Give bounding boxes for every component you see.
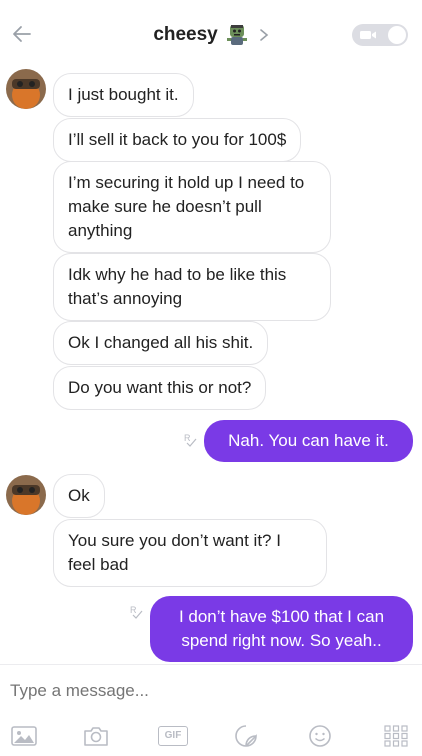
svg-text:R: R xyxy=(184,433,191,443)
video-call-toggle[interactable] xyxy=(352,24,408,46)
composer: GIF xyxy=(0,664,422,756)
svg-text:R: R xyxy=(130,605,137,615)
message-bubble-incoming[interactable]: Ok I changed all his shit. xyxy=(53,321,269,365)
gallery-icon[interactable] xyxy=(10,723,38,749)
message-input[interactable] xyxy=(10,681,410,701)
toggle-knob xyxy=(388,26,406,44)
camera-icon[interactable] xyxy=(82,723,110,749)
gif-label: GIF xyxy=(158,726,188,746)
avatar[interactable] xyxy=(6,69,46,109)
zombie-emoji-icon xyxy=(227,25,248,45)
chevron-right-icon xyxy=(259,29,268,41)
message-bubble-incoming[interactable]: You sure you don’t want it? I feel bad xyxy=(53,519,327,587)
read-receipt-icon: R xyxy=(130,605,143,619)
message-thread[interactable]: I just bought it. I’ll sell it back to y… xyxy=(0,64,422,664)
avatar[interactable] xyxy=(6,475,46,515)
more-apps-grid-icon[interactable] xyxy=(382,723,410,749)
message-bubble-outgoing[interactable]: Nah. You can have it. xyxy=(204,420,413,462)
emoji-icon[interactable] xyxy=(306,723,334,749)
chat-header: cheesy xyxy=(0,0,422,64)
message-bubble-incoming[interactable]: I just bought it. xyxy=(53,73,194,117)
message-bubble-incoming[interactable]: I’ll sell it back to you for 100$ xyxy=(53,118,302,162)
read-receipt-icon: R xyxy=(184,433,197,447)
message-bubble-incoming[interactable]: Idk why he had to be like this that’s an… xyxy=(53,253,331,321)
sticker-icon[interactable] xyxy=(232,723,260,749)
message-bubble-incoming[interactable]: Do you want this or not? xyxy=(53,366,267,410)
message-bubble-outgoing[interactable]: I don’t have $100 that I can spend right… xyxy=(150,596,413,662)
composer-toolbar: GIF xyxy=(0,715,422,756)
contact-name[interactable]: cheesy xyxy=(153,24,217,45)
message-bubble-incoming[interactable]: Ok xyxy=(53,474,105,518)
video-camera-icon xyxy=(360,31,376,39)
message-bubble-incoming[interactable]: I’m securing it hold up I need to make s… xyxy=(53,161,331,253)
gif-button[interactable]: GIF xyxy=(158,723,188,749)
